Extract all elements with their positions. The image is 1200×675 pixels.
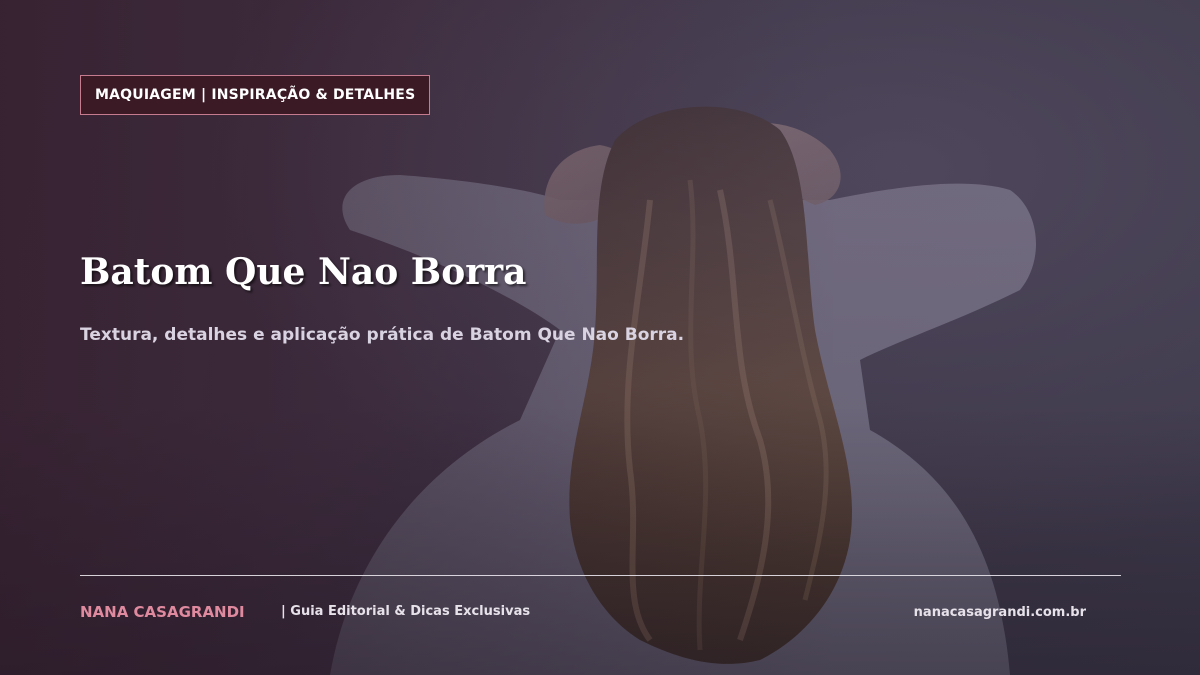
page-subtitle: Textura, detalhes e aplicação prática de… xyxy=(80,325,685,345)
site-url-link[interactable]: nanacasagrandi.com.br xyxy=(914,604,1086,622)
cover-card: MAQUIAGEM | INSPIRAÇÃO & DETALHES Batom … xyxy=(0,0,1200,675)
brand-tagline: | Guia Editorial & Dicas Exclusivas xyxy=(281,604,531,619)
brand-name[interactable]: NANA CASAGRANDI xyxy=(80,602,245,622)
category-badge[interactable]: MAQUIAGEM | INSPIRAÇÃO & DETALHES xyxy=(80,75,431,115)
footer-divider xyxy=(80,575,1121,576)
page-title: Batom Que Nao Borra xyxy=(80,251,527,293)
